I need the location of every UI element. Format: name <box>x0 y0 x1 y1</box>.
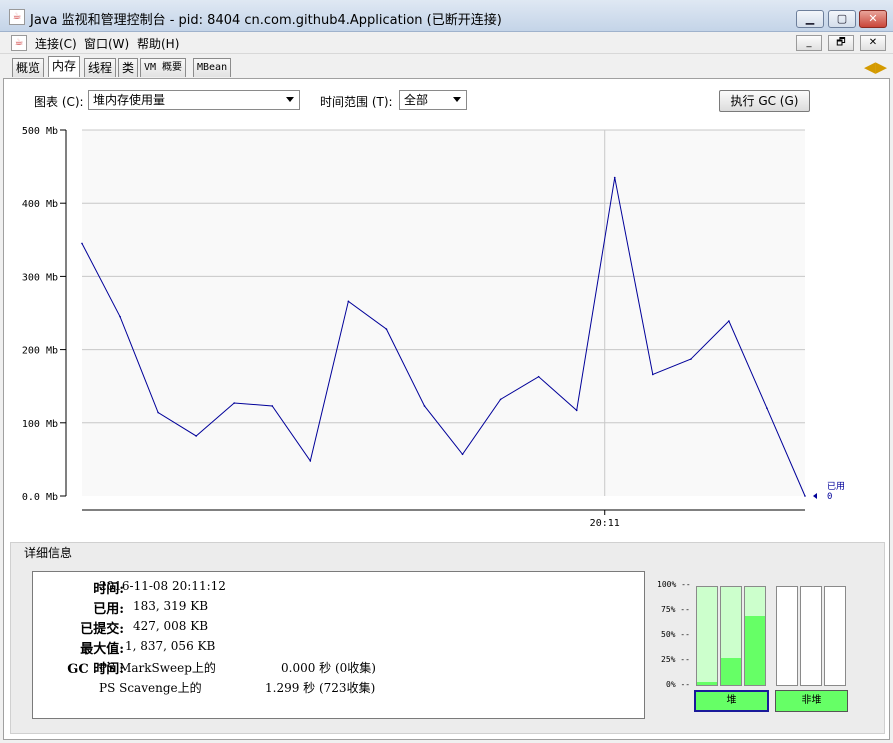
max-label: 最大值: <box>80 642 124 657</box>
y-tick-label: 300 Mb <box>22 272 58 283</box>
tab-overview[interactable]: 概览 <box>12 58 45 77</box>
mdi-minimize-button[interactable]: _ <box>796 35 822 51</box>
pool-axis-tick: 75% -- <box>661 605 690 614</box>
connection-status-icon[interactable]: ◀▶ <box>864 58 887 76</box>
maximize-button[interactable]: ▢ <box>828 10 856 28</box>
data-point <box>651 373 654 376</box>
mdi-restore-button[interactable]: 🗗 <box>828 35 854 51</box>
data-point <box>804 495 806 497</box>
y-tick-label: 0.0 Mb <box>22 492 58 503</box>
data-point <box>195 435 197 437</box>
pool-axis-tick: 50% -- <box>661 630 690 639</box>
data-point <box>423 405 426 407</box>
data-point <box>690 358 692 360</box>
pool-axis-tick: 100% -- <box>657 580 691 589</box>
y-tick-label: 200 Mb <box>22 346 58 357</box>
tab-threads[interactable]: 线程 <box>84 58 117 77</box>
time-value: 2016-11-08 20:11:12 <box>99 579 226 593</box>
pool-used-fill <box>697 682 717 685</box>
pool-used-fill <box>721 657 741 685</box>
used-label: 已用: <box>93 602 124 617</box>
title-bar: ☕ Java 监视和管理控制台 - pid: 8404 cn.com.githu… <box>0 0 893 32</box>
data-point <box>271 405 274 407</box>
y-tick-label: 100 Mb <box>22 419 58 430</box>
close-button[interactable]: ✕ <box>859 10 887 28</box>
mdi-close-button[interactable]: ✕ <box>860 35 886 51</box>
tab-mbean[interactable]: MBean <box>193 58 232 77</box>
chart-selector-label: 图表 (C): <box>34 95 84 109</box>
y-tick-label: 400 Mb <box>22 199 58 210</box>
data-point <box>766 407 768 409</box>
time-range-value: 全部 <box>404 93 429 107</box>
tab-bar: 概览 内存 线程 类 VM 概要 MBean <box>0 56 893 78</box>
chart-selector[interactable]: 堆内存使用量 <box>88 90 300 110</box>
menu-connection[interactable]: 连接(C) <box>35 35 77 52</box>
data-point <box>81 242 83 245</box>
window-title: Java 监视和管理控制台 - pid: 8404 cn.com.github4… <box>30 13 502 28</box>
menu-help[interactable]: 帮助(H) <box>137 35 179 52</box>
data-point <box>347 300 350 303</box>
data-point <box>385 328 388 330</box>
x-tick-label: 20:11 <box>590 518 620 529</box>
time-range-label: 时间范围 (T): <box>320 95 393 109</box>
heap-pool-bar[interactable] <box>720 586 742 686</box>
data-point <box>309 460 312 462</box>
gc-collector-name: PS Scavenge上的 <box>99 681 202 695</box>
menu-window[interactable]: 窗口(W) <box>84 35 129 52</box>
legend-name: 已用 <box>827 481 845 492</box>
chart-svg: 0.0 Mb 100 Mb 200 Mb 300 Mb 400 Mb 500 Mb 20:1… <box>22 126 845 529</box>
tab-memory[interactable]: 内存 <box>48 56 81 77</box>
heap-usage-chart: 0.0 Mb 100 Mb 200 Mb 300 Mb 400 Mb 500 Mb 20:1… <box>0 118 893 538</box>
data-point <box>575 409 578 412</box>
data-point <box>119 315 121 318</box>
java-cup-icon[interactable]: ☕ <box>11 35 27 51</box>
max-value: 1, 837, 056 KB <box>125 639 216 653</box>
plot-area <box>82 130 805 496</box>
heap-pool-bar[interactable] <box>696 586 718 686</box>
chevron-down-icon <box>453 97 461 102</box>
java-cup-icon: ☕ <box>9 9 25 25</box>
committed-value: 427, 008 KB <box>133 619 209 633</box>
legend-marker <box>813 493 817 499</box>
data-point <box>537 375 540 378</box>
pool-axis-tick: 25% -- <box>661 655 690 664</box>
data-point <box>157 411 159 414</box>
chevron-down-icon <box>286 97 294 102</box>
pool-committed-fill <box>697 587 717 685</box>
nonheap-button[interactable]: 非堆 <box>775 690 848 712</box>
gc-collector-value: 1.299 秒 (723收集) <box>265 681 376 695</box>
tab-vm-summary[interactable]: VM 概要 <box>140 58 187 77</box>
gc-collector-name: PS MarkSweep上的 <box>99 661 216 675</box>
chart-selector-value: 堆内存使用量 <box>93 93 166 107</box>
menu-bar: ☕ 连接(C) 窗口(W) 帮助(H) <box>0 32 893 54</box>
details-title: 详细信息 <box>24 546 73 560</box>
minimize-button[interactable]: ▁ <box>796 10 824 28</box>
gc-collector-value: 0.000 秒 (0收集) <box>281 661 376 675</box>
data-point <box>499 398 502 401</box>
y-tick-label: 500 Mb <box>22 126 58 137</box>
time-range-selector[interactable]: 全部 <box>399 90 467 110</box>
heap-button[interactable]: 堆 <box>694 690 769 712</box>
data-point <box>613 176 616 179</box>
pool-axis-tick: 0% -- <box>666 680 691 689</box>
details-info-box: 时间: 已用: 已提交: 最大值: GC 时间: 2016-11-08 20:1… <box>32 571 645 719</box>
perform-gc-button[interactable]: 执行 GC (G) <box>719 90 810 112</box>
data-point <box>233 402 236 404</box>
tab-classes[interactable]: 类 <box>118 58 139 77</box>
nonheap-pool-bar[interactable] <box>800 586 822 686</box>
heap-pool-bar[interactable] <box>744 586 766 686</box>
pool-used-fill <box>745 616 765 685</box>
nonheap-pool-bar[interactable] <box>776 586 798 686</box>
committed-label: 已提交: <box>80 622 124 637</box>
data-point <box>728 320 730 322</box>
legend-value: 0 <box>827 492 832 502</box>
nonheap-pool-bar[interactable] <box>824 586 846 686</box>
used-value: 183, 319 KB <box>133 599 209 613</box>
data-point <box>461 453 464 456</box>
